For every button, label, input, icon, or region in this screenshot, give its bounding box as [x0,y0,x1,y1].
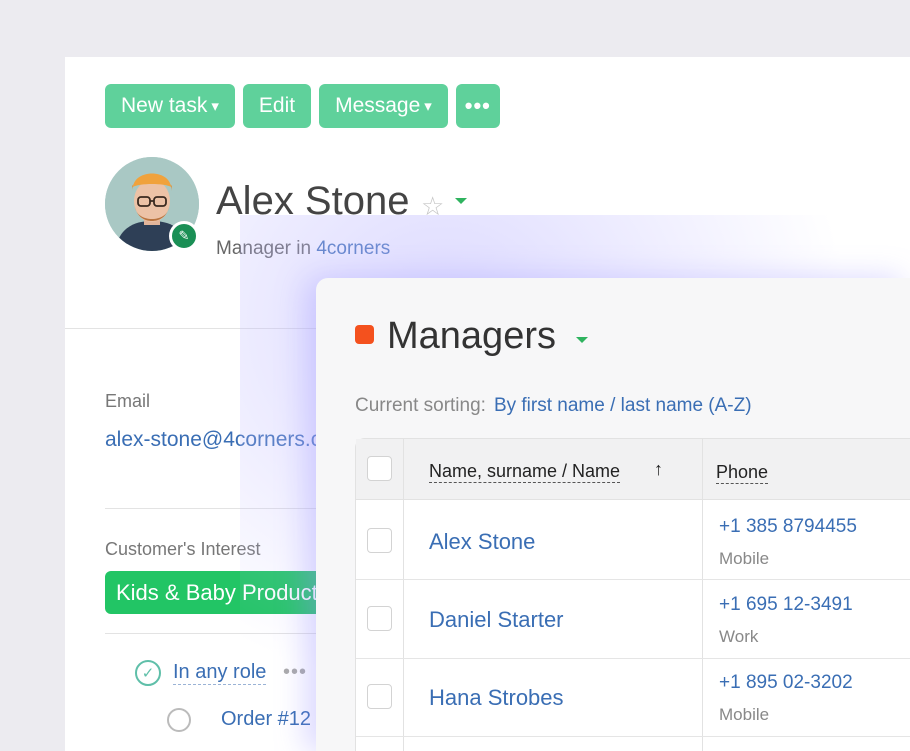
row-divider [356,658,910,659]
more-button[interactable]: ••• [455,84,500,128]
row-divider [356,736,910,737]
row-phone-type: Mobile [719,705,770,724]
toolbar: New task ▾ Edit Message ▾ ••• [105,84,500,128]
pencil-icon[interactable]: ✎ [169,221,199,251]
chevron-down-icon[interactable] [455,198,467,204]
row-name-link[interactable]: Daniel Starter [429,607,564,633]
sort-label: Current sorting: [355,395,486,416]
row-checkbox[interactable] [367,606,392,631]
sort-line: Current sorting: By first name / last nam… [355,395,752,417]
position-prefix: Manager in [216,238,312,259]
table-header: Name, surname / Name ↑ Phone [356,439,910,500]
column-divider [403,439,404,751]
sort-value-link[interactable]: By first name / last name (A-Z) [494,395,752,416]
order-link[interactable]: Order #12 [221,708,311,731]
interest-label: Customer's Interest [105,539,261,559]
column-header-name[interactable]: Name, surname / Name [429,461,621,483]
column-divider [702,439,703,751]
more-icon[interactable]: ••• [283,661,307,684]
company-link[interactable]: 4corners [316,238,390,259]
managers-table: Name, surname / Name ↑ Phone Alex Stone … [355,438,910,751]
row-divider [356,579,910,580]
role-link[interactable]: In any role [173,661,267,685]
row-phone-type: Mobile [719,549,770,568]
managers-title: Managers [387,315,556,357]
row-phone-link[interactable]: +1 695 12-3491 [719,594,853,616]
edit-label: Edit [258,94,296,117]
person-name: Alex Stone [216,179,410,223]
more-icon: ••• [464,93,491,118]
managers-panel: Managers Current sorting: By first name /… [316,278,910,751]
star-icon[interactable]: ☆ [421,191,444,222]
new-task-label: New task [121,94,208,117]
select-all-checkbox[interactable] [367,456,392,481]
position-line: Manager in 4corners [216,238,390,260]
circle-icon[interactable] [167,708,191,732]
row-name-link[interactable]: Alex Stone [429,529,535,555]
email-label: Email [105,391,151,411]
message-button[interactable]: Message ▾ [319,84,448,128]
check-circle-icon: ✓ [135,660,161,686]
chevron-down-icon: ▾ [424,98,432,115]
email-link[interactable]: alex-stone@4corners.com [105,428,350,452]
row-phone-link[interactable]: +1 895 02-3202 [719,672,853,694]
sort-arrow-icon[interactable]: ↑ [654,459,663,480]
row-phone-type: Work [719,627,759,646]
chevron-down-icon: ▾ [211,98,219,115]
row-checkbox[interactable] [367,684,392,709]
message-label: Message [335,94,421,117]
edit-button[interactable]: Edit [242,84,312,128]
row-checkbox[interactable] [367,528,392,553]
column-header-phone[interactable]: Phone [716,462,769,484]
managers-marker-icon [355,325,374,344]
chevron-down-icon[interactable] [576,337,588,343]
new-task-button[interactable]: New task ▾ [105,84,235,128]
row-phone-link[interactable]: +1 385 8794455 [719,516,857,538]
row-name-link[interactable]: Hana Strobes [429,685,564,711]
